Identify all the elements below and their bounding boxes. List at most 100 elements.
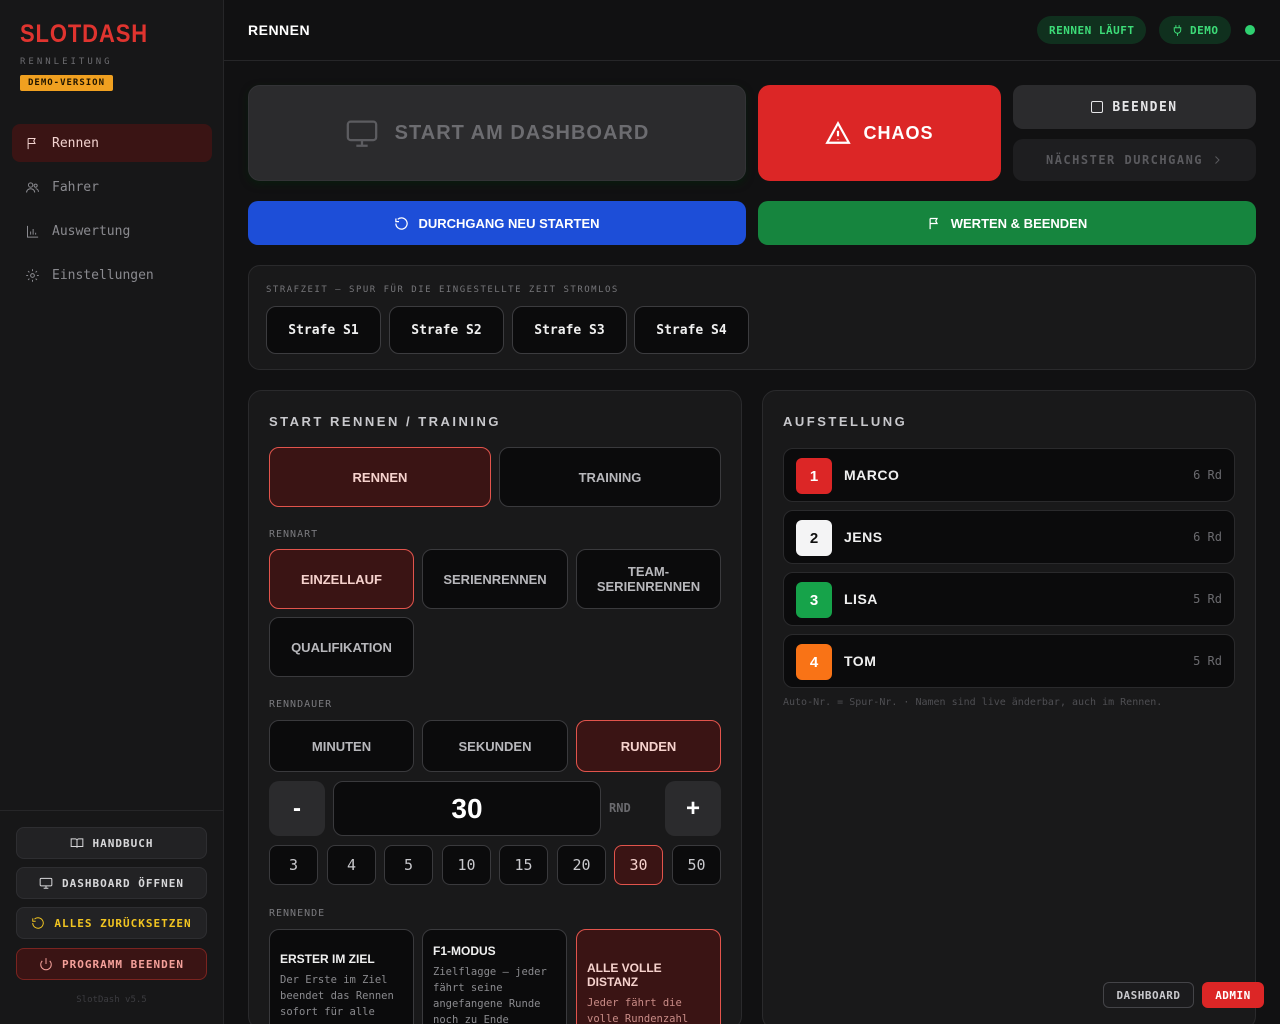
duration-minutes[interactable]: MINUTEN <box>269 720 414 772</box>
quick-value-button[interactable]: 10 <box>442 845 491 885</box>
race-type-team-series[interactable]: TEAM-SERIENRENNEN <box>576 549 721 609</box>
duration-unit-label: RND <box>609 801 631 815</box>
top-header: RENNEN RENNEN LÄUFT DEMO <box>224 0 1280 61</box>
option-title: ALLE VOLLE DISTANZ <box>587 961 662 989</box>
chaos-label: CHAOS <box>863 122 934 143</box>
race-type-single[interactable]: EINZELLAUF <box>269 549 414 609</box>
decrement-button[interactable]: - <box>269 781 325 836</box>
start-at-dashboard-button[interactable]: START AM DASHBOARD <box>248 85 746 181</box>
quit-program-button[interactable]: PROGRAMM BEENDEN <box>16 948 207 980</box>
quick-value-button[interactable]: 50 <box>672 845 721 885</box>
quick-value-button[interactable]: 5 <box>384 845 433 885</box>
start-race-panel: START RENNEN / TRAINING RENNEN TRAINING … <box>248 390 742 1024</box>
reset-all-button[interactable]: ALLES ZURÜCKSETZEN <box>16 907 207 939</box>
start-label: START AM DASHBOARD <box>394 121 650 144</box>
penalty-button-s3[interactable]: Strafe S3 <box>512 306 627 354</box>
bar-chart-icon <box>24 223 40 239</box>
chaos-button[interactable]: CHAOS <box>758 85 1001 181</box>
quick-value-button[interactable]: 15 <box>499 845 548 885</box>
penalty-button-s1[interactable]: Strafe S1 <box>266 306 381 354</box>
app-subtitle: RENNLEITUNG <box>20 57 113 67</box>
driver-name[interactable]: LISA <box>844 591 878 607</box>
gear-icon <box>24 267 40 283</box>
race-type-qualification[interactable]: QUALIFIKATION <box>269 617 414 677</box>
race-end-f1-mode[interactable]: F1-MODUS Zielflagge — jeder fährt seine … <box>422 929 567 1024</box>
option-description: Jeder fährt die volle Rundenzahl <box>587 997 689 1024</box>
flag-icon <box>929 217 938 229</box>
version-text: SlotDash v5.5 <box>76 995 147 1005</box>
race-end-full-distance[interactable]: ALLE VOLLE DISTANZ Jeder fährt die volle… <box>576 929 721 1024</box>
page-title: RENNEN <box>248 22 311 38</box>
mode-race-option[interactable]: RENNEN <box>269 447 491 507</box>
car-number-badge: 1 <box>796 458 832 494</box>
sidebar-item-label: Fahrer <box>52 179 99 195</box>
power-icon <box>40 958 52 971</box>
restart-heat-button[interactable]: DURCHGANG NEU STARTEN <box>248 201 746 245</box>
monitor-icon <box>346 120 377 147</box>
panel-title: START RENNEN / TRAINING <box>269 414 502 429</box>
restart-heat-label: DURCHGANG NEU STARTEN <box>418 215 600 231</box>
car-number-badge: 2 <box>796 520 832 556</box>
race-status-badge: RENNEN LÄUFT <box>1037 16 1147 44</box>
driver-row[interactable]: 1 MARCO 6 Rd <box>783 448 1235 502</box>
sidebar-item-fahrer[interactable]: Fahrer <box>12 168 212 206</box>
lineup-note: Auto-Nr. = Spur-Nr. · Namen sind live än… <box>783 697 1163 708</box>
option-description: Zielflagge — jeder fährt seine angefange… <box>433 966 547 1024</box>
sidebar-item-label: Auswertung <box>52 223 131 239</box>
penalty-button-s4[interactable]: Strafe S4 <box>634 306 749 354</box>
race-type-series[interactable]: SERIENRENNEN <box>422 549 568 609</box>
sidebar-item-label: Einstellungen <box>52 267 154 283</box>
driver-row[interactable]: 3 LISA 5 Rd <box>783 572 1235 626</box>
driver-row[interactable]: 4 TOM 5 Rd <box>783 634 1235 688</box>
driver-name[interactable]: JENS <box>844 529 883 545</box>
open-dashboard-button[interactable]: DASHBOARD ÖFFNEN <box>16 867 207 899</box>
mode-training-option[interactable]: TRAINING <box>499 447 721 507</box>
driver-row[interactable]: 2 JENS 6 Rd <box>783 510 1235 564</box>
app-logo-title: SLOTDASH <box>20 20 149 48</box>
connection-status-dot <box>1245 25 1255 35</box>
score-and-end-button[interactable]: WERTEN & BEENDEN <box>758 201 1256 245</box>
increment-button[interactable]: + <box>665 781 721 836</box>
sidebar-item-auswertung[interactable]: Auswertung <box>12 212 212 250</box>
penalty-panel: STRAFZEIT — SPUR FÜR DIE EINGESTELLTE ZE… <box>248 265 1256 370</box>
driver-laps: 6 Rd <box>1193 530 1222 544</box>
monitor-icon <box>39 877 53 889</box>
duration-seconds[interactable]: SEKUNDEN <box>422 720 568 772</box>
driver-name[interactable]: MARCO <box>844 467 899 483</box>
quick-value-button-selected[interactable]: 30 <box>614 845 663 885</box>
driver-laps: 5 Rd <box>1193 592 1222 606</box>
sidebar-nav: Rennen Fahrer Auswertung Einstellungen <box>12 124 212 300</box>
reset-all-label: ALLES ZURÜCKSETZEN <box>54 916 192 930</box>
duration-laps[interactable]: RUNDEN <box>576 720 721 772</box>
sidebar: SLOTDASH RENNLEITUNG DEMO-VERSION Rennen… <box>0 0 224 1024</box>
flag-icon <box>24 135 40 151</box>
driver-laps: 6 Rd <box>1193 468 1222 482</box>
admin-view-button[interactable]: ADMIN <box>1202 982 1264 1008</box>
race-end-first-finisher[interactable]: ERSTER IM ZIEL Der Erste im Ziel beendet… <box>269 929 414 1024</box>
chevron-right-icon <box>1215 156 1220 164</box>
quick-value-button[interactable]: 4 <box>327 845 376 885</box>
demo-label: DEMO <box>1190 23 1219 37</box>
race-type-label: RENNART <box>269 529 319 540</box>
sidebar-item-einstellungen[interactable]: Einstellungen <box>12 256 212 294</box>
car-number-badge: 4 <box>796 644 832 680</box>
duration-label: RENNDAUER <box>269 699 333 710</box>
race-status-label: RENNEN LÄUFT <box>1049 23 1135 37</box>
sidebar-item-rennen[interactable]: Rennen <box>12 124 212 162</box>
race-end-label: RENNENDE <box>269 908 326 919</box>
driver-name[interactable]: TOM <box>844 653 876 669</box>
dashboard-view-button[interactable]: DASHBOARD <box>1103 982 1194 1008</box>
quick-value-button[interactable]: 20 <box>557 845 606 885</box>
lineup-panel: AUFSTELLUNG 1 MARCO 6 Rd 2 JENS 6 Rd 3 L… <box>762 390 1256 1024</box>
penalty-label: STRAFZEIT — SPUR FÜR DIE EINGESTELLTE ZE… <box>266 285 619 295</box>
end-race-button[interactable]: BEENDEN <box>1013 85 1256 129</box>
quick-value-button[interactable]: 3 <box>269 845 318 885</box>
manual-button[interactable]: HANDBUCH <box>16 827 207 859</box>
end-label: BEENDEN <box>1112 99 1178 115</box>
next-heat-button[interactable]: NÄCHSTER DURCHGANG <box>1013 139 1256 181</box>
open-dashboard-label: DASHBOARD ÖFFNEN <box>62 876 184 890</box>
penalty-button-s2[interactable]: Strafe S2 <box>389 306 504 354</box>
duration-value-input[interactable]: 30 <box>333 781 601 836</box>
reset-icon <box>32 917 45 929</box>
book-icon <box>70 838 83 848</box>
